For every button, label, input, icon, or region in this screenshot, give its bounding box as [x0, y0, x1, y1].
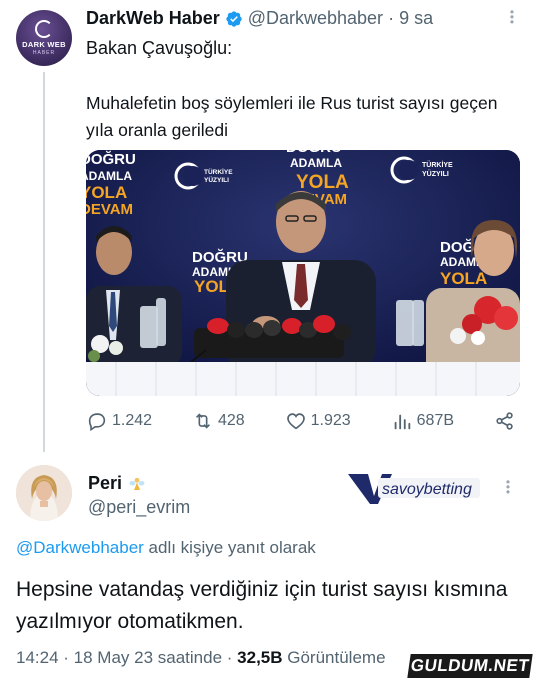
author-avatar[interactable]: DARK WEB HABER: [16, 10, 72, 66]
retweet-icon: [195, 413, 211, 429]
header-separator: ·: [388, 8, 395, 28]
tweet-time[interactable]: 9 sa: [399, 8, 433, 29]
watermark: GULDUM.NET: [407, 654, 533, 678]
reply-time[interactable]: 14:24: [16, 648, 59, 667]
tweet-text-line2: Muhalefetin boş söylemleri ile Rus turis…: [86, 93, 498, 140]
table-cloth: [86, 362, 520, 396]
tweet-text-line1: Bakan Çavuşoğlu:: [86, 38, 233, 58]
reply-button[interactable]: 1.242: [86, 410, 152, 432]
svg-text:TÜRKİYE: TÜRKİYE: [422, 160, 453, 169]
reply-author: Peri: [88, 473, 146, 494]
reply-author-handle[interactable]: @peri_evrim: [88, 497, 190, 518]
reply-text: Hepsine vatandaş verdiğiniz için turist …: [16, 578, 508, 633]
reply-views: 32,5B: [237, 648, 283, 667]
meta-dot-2: ·: [222, 648, 238, 667]
press-conference-image: DOĞRU ADAMLA YOLA DEVAM DOĞRU ADAMLA YOL…: [86, 150, 520, 396]
savoybetting-logo: savoybetting: [348, 474, 480, 504]
svg-text:savoybetting: savoybetting: [382, 481, 472, 498]
reply-views-label: Görüntüleme: [282, 648, 386, 667]
banner-yola-2: YOLA: [296, 172, 349, 193]
retweet-count: 428: [218, 412, 245, 429]
tweet-actions: 1.242 428 1.923 687B: [86, 410, 516, 432]
analytics-icon: [394, 414, 410, 430]
replying-to: @Darkwebhaber adlı kişiye yanıt olarak: [16, 538, 316, 558]
more-options-icon[interactable]: • • •: [507, 6, 517, 28]
reply-author-name[interactable]: Peri: [88, 473, 122, 494]
tweet-header: DarkWeb Haber @Darkwebhaber · 9 sa: [86, 8, 433, 29]
like-count: 1.923: [310, 412, 351, 429]
avatar-text: DARK WEB: [22, 40, 66, 50]
reply-icon: [88, 413, 106, 432]
svg-text:YÜZYILI: YÜZYILI: [422, 169, 449, 178]
banner-devam-1: DEVAM: [86, 201, 133, 218]
reply-avatar-photo: [16, 465, 72, 521]
thread-line: [43, 72, 45, 452]
views-button[interactable]: 687B: [391, 410, 454, 432]
share-button[interactable]: [494, 410, 516, 432]
share-icon: [496, 412, 513, 430]
svg-text:YÜZYILI: YÜZYILI: [204, 175, 229, 184]
meta-dot-1: ·: [58, 648, 74, 667]
reply-more-options-icon[interactable]: • • •: [503, 476, 513, 498]
banner-adamla-1: ADAMLA: [86, 169, 132, 183]
reply-meta: 14:24 · 18 May 23 saatinde · 32,5B Görün…: [16, 648, 386, 668]
author-name[interactable]: DarkWeb Haber: [86, 8, 220, 29]
heart-icon: [286, 413, 305, 430]
fairy-emoji-icon: [129, 477, 145, 490]
author-handle[interactable]: @Darkwebhaber: [248, 8, 383, 29]
reply-date[interactable]: 18 May 23 saatinde: [74, 648, 222, 667]
banner-adamla-2: ADAMLA: [290, 156, 342, 170]
banner-yola-1: YOLA: [86, 183, 127, 202]
reply-avatar[interactable]: [16, 465, 72, 521]
banner-yola-4: YOLA: [440, 269, 487, 288]
avatar-subtext: HABER: [32, 49, 56, 56]
retweet-button[interactable]: 428: [192, 410, 245, 432]
banner-dogru-1: DOĞRU: [86, 150, 136, 168]
reply-count: 1.242: [112, 412, 153, 429]
replying-to-suffix: adlı kişiye yanıt olarak: [143, 538, 316, 557]
tweet-photo[interactable]: DOĞRU ADAMLA YOLA DEVAM DOĞRU ADAMLA YOL…: [86, 150, 520, 396]
replying-to-mention[interactable]: @Darkwebhaber: [16, 538, 144, 557]
svg-text:TÜRKİYE: TÜRKİYE: [204, 167, 233, 176]
verified-badge-icon: [226, 10, 242, 27]
avatar-logo-icon: [35, 20, 53, 39]
like-button[interactable]: 1.923: [285, 410, 351, 432]
views-count: 687B: [416, 412, 455, 429]
